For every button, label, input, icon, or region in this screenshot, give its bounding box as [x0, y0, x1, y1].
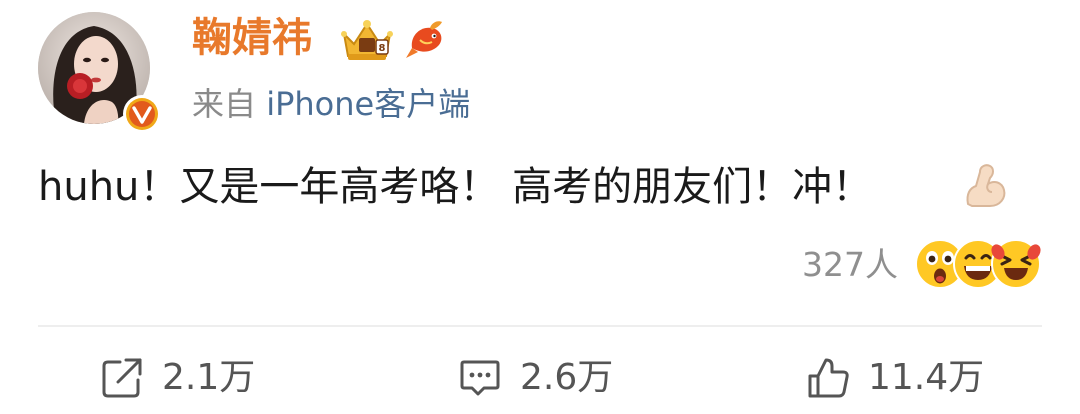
divider: [38, 325, 1042, 327]
like-button[interactable]: 11.4万: [806, 352, 984, 404]
thumbs-up-icon: [808, 358, 849, 398]
reaction-count[interactable]: 327人: [802, 242, 898, 288]
comment-count: 2.6万: [520, 357, 614, 398]
username[interactable]: 鞠婧祎: [192, 12, 312, 64]
verified-v-icon: [122, 94, 162, 134]
share-icon: [102, 358, 142, 398]
comment-icon: [460, 360, 500, 396]
flexed-biceps-icon: [962, 160, 1010, 210]
source-prefix: 来自: [192, 85, 257, 123]
comment-button[interactable]: 2.6万: [458, 352, 613, 404]
crown-badge-icon[interactable]: 8: [338, 16, 396, 64]
like-count: 11.4万: [868, 357, 985, 398]
repost-button[interactable]: 2.1万: [100, 352, 255, 404]
avatar[interactable]: [38, 12, 161, 133]
laughing-face-icon[interactable]: [990, 238, 1042, 290]
repost-count: 2.1万: [162, 357, 256, 398]
post-text: huhu！又是一年高考咯！ 高考的朋友们！冲！: [38, 164, 873, 210]
source-client-link[interactable]: iPhone客户端: [266, 85, 470, 123]
svg-text:8: 8: [379, 43, 386, 54]
post-source: 来自 iPhone客户端: [192, 80, 470, 128]
koi-fish-icon[interactable]: [404, 18, 450, 60]
